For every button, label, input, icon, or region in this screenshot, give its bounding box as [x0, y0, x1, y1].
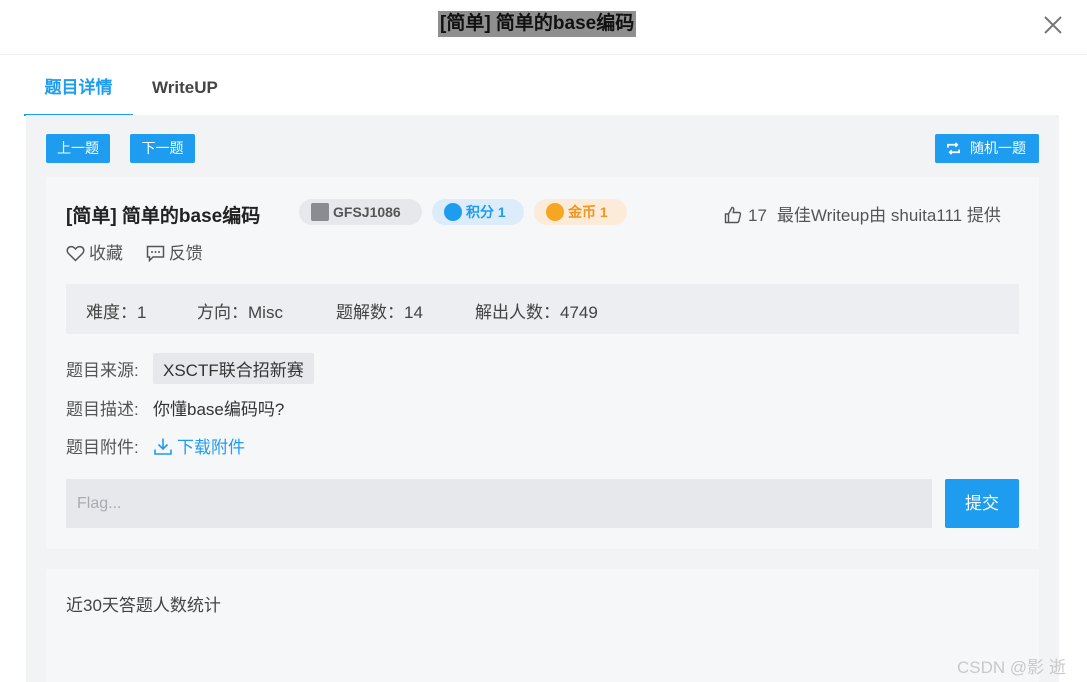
source-label: 题目来源:	[66, 361, 139, 380]
stats-bar: 难度：1 方向：Misc 题解数：14 解出人数：4749	[66, 284, 1019, 334]
challenge-title: [简单] 简单的base编码	[66, 206, 261, 227]
random-question-label: 随机一题	[970, 140, 1026, 156]
coin-icon	[546, 203, 564, 221]
score-text: 积分 1	[466, 204, 506, 220]
tab-detail[interactable]: 题目详情	[24, 62, 133, 116]
dialog-header: [简单] 简单的base编码	[0, 0, 1087, 55]
favorite-label: 收藏	[89, 244, 123, 263]
score-badge: 积分 1	[432, 199, 524, 225]
prev-question-button[interactable]: 上一题	[46, 134, 110, 163]
best-writeup-text: 最佳Writeup由 shuita111 提供	[776, 206, 1001, 225]
download-attachment-link[interactable]: 下载附件	[153, 438, 245, 457]
recent-stats-title: 近30天答题人数统计	[66, 596, 221, 615]
coin-badge: 金币 1	[534, 199, 627, 225]
feedback-button[interactable]: 反馈	[146, 239, 203, 264]
solvers-stat: 解出人数：4749	[475, 303, 598, 322]
attachment-row: 题目附件: 下载附件	[66, 433, 245, 458]
detail-panel: 上一题 下一题 随机一题 [简单] 简单的base编码 GFSJ1086 积分 …	[26, 115, 1059, 682]
challenge-card: [简单] 简单的base编码 GFSJ1086 积分 1 金币 1 17 最佳Wr…	[46, 177, 1039, 549]
feedback-label: 反馈	[168, 244, 203, 263]
source-row: 题目来源: XSCTF联合招新赛	[66, 353, 314, 384]
description-label: 题目描述:	[66, 400, 139, 419]
favorite-button[interactable]: 收藏	[66, 239, 123, 264]
description-text: 你懂base编码吗?	[153, 400, 285, 419]
direction-stat: 方向：Misc	[197, 303, 283, 322]
like-row: 17 最佳Writeup由 shuita111 提供	[724, 201, 1001, 226]
shuffle-icon	[947, 142, 960, 155]
description-row: 题目描述: 你懂base编码吗?	[66, 395, 284, 420]
recent-stats-card: 近30天答题人数统计	[46, 569, 1039, 682]
next-question-button[interactable]: 下一题	[130, 134, 195, 163]
submit-button[interactable]: 提交	[945, 479, 1019, 528]
challenge-actions: 收藏 反馈	[66, 239, 221, 264]
star-icon	[444, 203, 462, 221]
close-icon[interactable]	[1040, 12, 1066, 38]
download-attachment-label: 下载附件	[177, 438, 245, 457]
attachment-label: 题目附件:	[66, 438, 139, 457]
difficulty-stat: 难度：1	[86, 303, 147, 322]
tab-writeup[interactable]: WriteUP	[152, 62, 218, 116]
thumbs-up-icon[interactable]	[724, 206, 742, 224]
challenge-id-text: GFSJ1086	[333, 204, 401, 220]
random-question-button[interactable]: 随机一题	[935, 134, 1039, 163]
download-icon	[154, 438, 172, 455]
solved-stat: 题解数：14	[336, 303, 423, 322]
source-tag: XSCTF联合招新赛	[153, 353, 314, 384]
heart-icon	[66, 245, 85, 262]
watermark: CSDN @影 逝	[957, 658, 1066, 677]
dialog-title: [简单] 简单的base编码	[438, 11, 637, 37]
challenge-avatar-icon	[311, 203, 329, 221]
coin-text: 金币 1	[568, 204, 608, 220]
challenge-id-badge: GFSJ1086	[299, 199, 422, 225]
comment-icon	[146, 245, 164, 263]
like-count: 17	[748, 206, 767, 225]
flag-input[interactable]	[66, 479, 932, 528]
